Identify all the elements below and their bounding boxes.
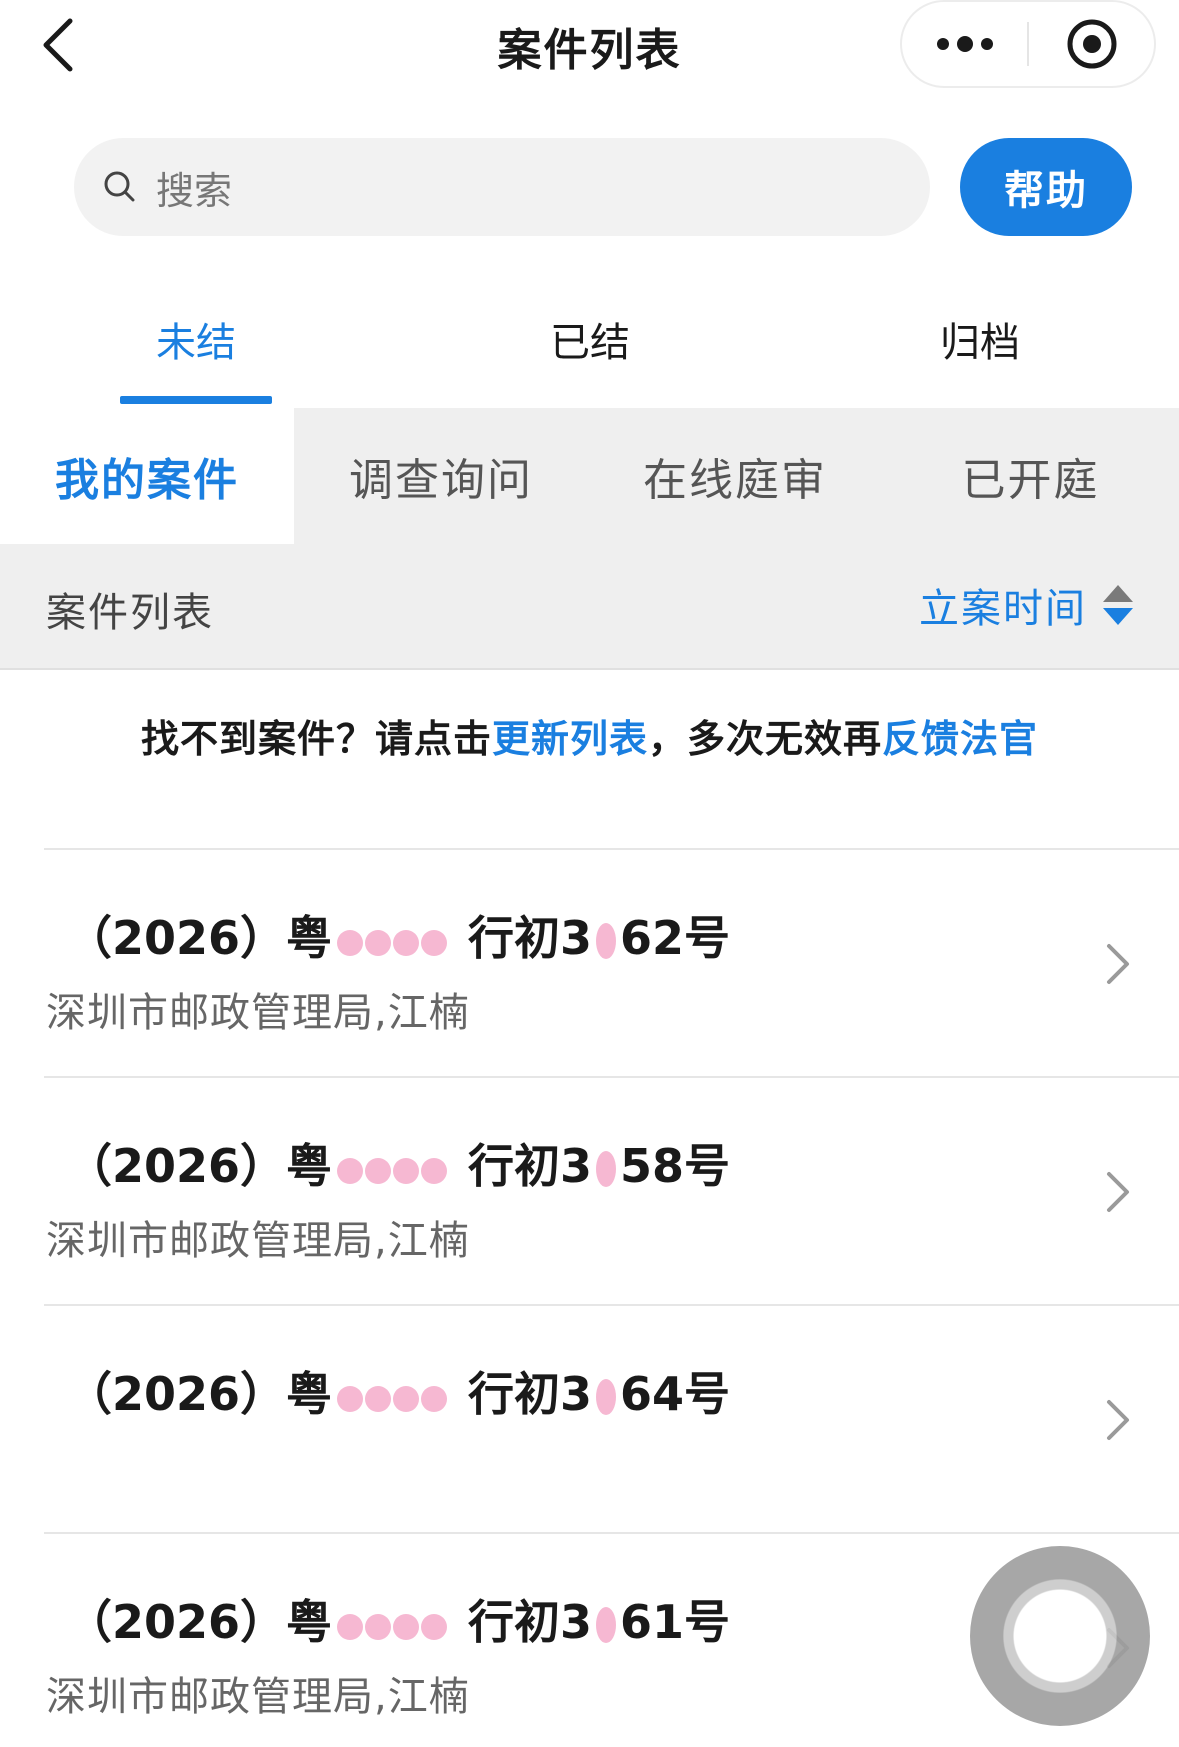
- case-number: （2026）粤 行初3 58号: [66, 1130, 730, 1196]
- redaction-hearts: [336, 1603, 464, 1649]
- case-number: （2026）粤 行初3 62号: [66, 902, 730, 968]
- redaction-hearts: [336, 1375, 464, 1421]
- category-tabs: 我的案件 调查询问 在线庭审 已开庭: [0, 408, 1179, 544]
- redaction-mark: [592, 1375, 620, 1421]
- record-circle-icon: [1067, 19, 1116, 69]
- tab-unresolved[interactable]: 未结: [96, 310, 296, 368]
- case-number-mid: 行初3: [468, 1139, 593, 1193]
- case-number-suffix: 64号: [620, 1367, 731, 1421]
- chevron-right-icon: [1107, 1400, 1129, 1440]
- notice-prefix: 找不到案件？请点击: [140, 717, 492, 761]
- case-item[interactable]: （2026）粤 行初3 62号 深圳市邮政管理局,江楠: [44, 848, 1179, 1076]
- title-bar: 案件列表: [0, 0, 1179, 100]
- case-parties: 深圳市邮政管理局,江楠: [46, 1674, 470, 1720]
- case-number-prefix: （2026）粤: [66, 911, 333, 965]
- redaction-mark: [592, 1147, 620, 1193]
- sort-by-filing-time-button[interactable]: 立案时间: [919, 576, 1133, 634]
- case-item[interactable]: （2026）粤 行初3 58号 深圳市邮政管理局,江楠: [44, 1076, 1179, 1304]
- case-parties: 深圳市邮政管理局,江楠: [46, 1218, 470, 1264]
- status-tabs: 未结 已结 归档: [0, 290, 1179, 408]
- case-number-mid: 行初3: [468, 1595, 593, 1649]
- redaction-mark: [592, 919, 620, 965]
- case-number-prefix: （2026）粤: [66, 1139, 333, 1193]
- notice-text: 找不到案件？请点击更新列表，多次无效再反馈法官: [0, 708, 1179, 763]
- case-number-mid: 行初3: [468, 1367, 593, 1421]
- sort-label: 立案时间: [919, 586, 1087, 632]
- redaction-mark: [592, 1603, 620, 1649]
- case-number-mid: 行初3: [468, 911, 593, 965]
- search-placeholder: 搜索: [156, 168, 233, 213]
- notice-middle: ，多次无效再: [648, 717, 883, 761]
- tab-archived[interactable]: 归档: [880, 310, 1080, 368]
- case-number-suffix: 61号: [620, 1595, 731, 1649]
- case-number-suffix: 62号: [620, 911, 731, 965]
- case-number-prefix: （2026）粤: [66, 1595, 333, 1649]
- floating-assist-button[interactable]: [970, 1546, 1150, 1726]
- feedback-judge-link[interactable]: 反馈法官: [882, 717, 1038, 761]
- tab-resolved[interactable]: 已结: [490, 310, 690, 368]
- help-button[interactable]: 帮助: [960, 138, 1132, 236]
- search-input[interactable]: 搜索: [74, 138, 930, 236]
- case-number-suffix: 58号: [620, 1139, 731, 1193]
- chevron-right-icon: [1107, 944, 1129, 984]
- redaction-hearts: [336, 1147, 464, 1193]
- list-header-title: 案件列表: [46, 590, 214, 636]
- redaction-hearts: [336, 919, 464, 965]
- tab-investigation[interactable]: 调查询问: [294, 408, 588, 544]
- case-number: （2026）粤 行初3 61号: [66, 1586, 730, 1652]
- more-dots-icon: [933, 36, 997, 52]
- tab-online-trial[interactable]: 在线庭审: [588, 408, 882, 544]
- mini-program-capsule: [900, 0, 1156, 88]
- tab-my-cases[interactable]: 我的案件: [0, 408, 294, 544]
- active-tab-indicator: [120, 396, 272, 404]
- sort-updown-icon: [1103, 583, 1133, 627]
- search-icon: [104, 171, 135, 202]
- chevron-right-icon: [1107, 1172, 1129, 1212]
- more-button[interactable]: [902, 2, 1027, 86]
- list-header: 案件列表 立案时间: [0, 544, 1179, 670]
- tab-trial-held[interactable]: 已开庭: [882, 408, 1179, 544]
- case-item[interactable]: （2026）粤 行初3 64号: [44, 1304, 1179, 1532]
- case-number-prefix: （2026）粤: [66, 1367, 333, 1421]
- close-mini-program-button[interactable]: [1029, 2, 1154, 86]
- case-number: （2026）粤 行初3 64号: [66, 1358, 730, 1424]
- refresh-list-link[interactable]: 更新列表: [492, 717, 648, 761]
- case-parties: 深圳市邮政管理局,江楠: [46, 990, 470, 1036]
